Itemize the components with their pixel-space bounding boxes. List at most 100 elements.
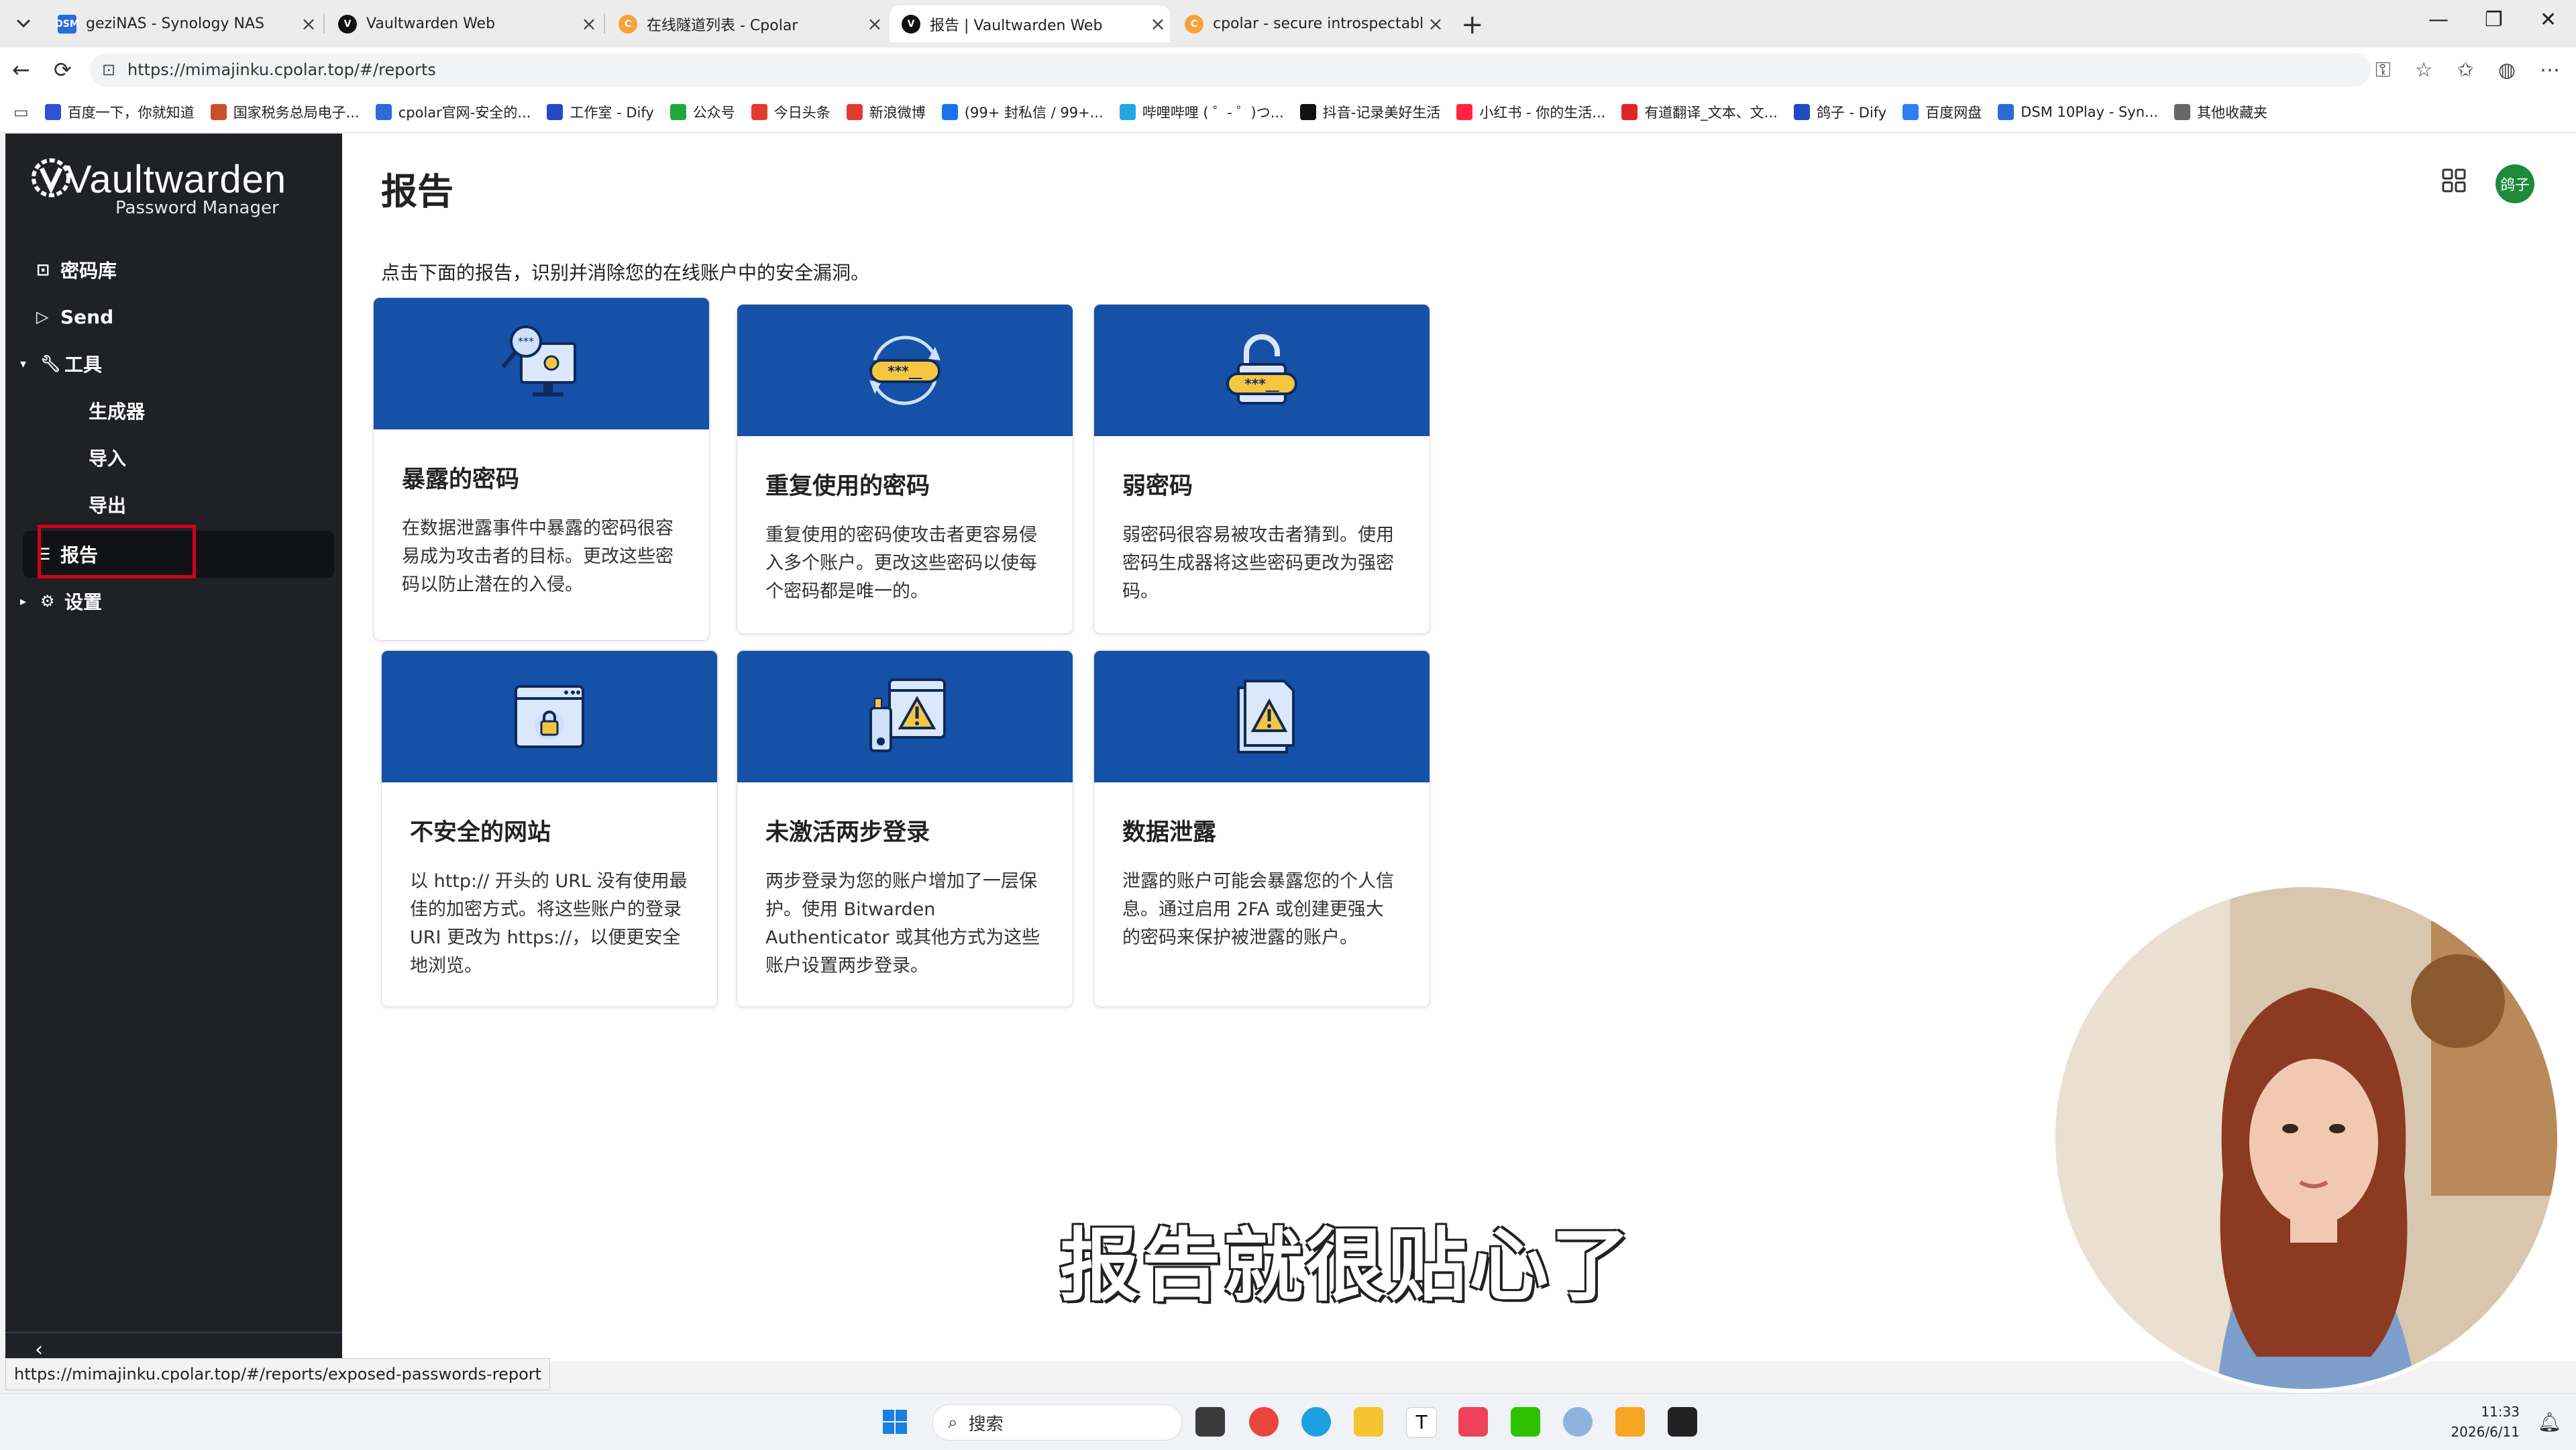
highlight-annotation-box [38, 525, 196, 578]
close-window-icon[interactable]: ✕ [2540, 8, 2557, 32]
close-tab-icon[interactable]: × [1146, 13, 1170, 35]
report-card-unsecured-websites[interactable]: 不安全的网站 以 http:// 开头的 URL 没有使用最佳的加密方式。将这些… [381, 650, 718, 1007]
remote-desktop-icon[interactable] [1615, 1407, 1645, 1437]
vaultwarden-logo[interactable]: Vaultwarden Password Manager [30, 156, 286, 218]
file-explorer-icon[interactable] [1354, 1407, 1383, 1437]
tab-cpolar-list[interactable]: C 在线隧道列表 - Cpolar × [606, 5, 887, 42]
restore-icon[interactable]: ❐ [2485, 8, 2503, 32]
bookmark-item[interactable]: 公众号 [669, 102, 735, 122]
terminal-icon[interactable] [1668, 1407, 1697, 1437]
favorites-icon[interactable]: ✩ [2457, 58, 2474, 82]
close-tab-icon[interactable]: × [863, 13, 887, 35]
close-tab-icon[interactable]: × [577, 13, 601, 35]
caret-down-icon: ▾ [20, 356, 27, 371]
key-icon[interactable]: ⚿ [2375, 58, 2391, 82]
bookmark-favicon-icon [941, 104, 958, 120]
bookmark-item[interactable]: 抖音-记录美好生活 [1299, 102, 1440, 122]
card-description: 重复使用的密码使攻击者更容易侵入多个账户。更改这些密码以使每个密码都是唯一的。 [765, 525, 1037, 602]
report-card-weak-passwords[interactable]: ***__ 弱密码 弱密码很容易被攻击者猜到。使用密码生成器将这些密码更改为强密… [1093, 304, 1430, 634]
reload-icon[interactable]: ⟳ [54, 57, 72, 83]
bookmark-favicon-icon [210, 104, 227, 120]
tab-synology[interactable]: DSM geziNAS - Synology NAS × [46, 5, 321, 42]
caret-right-icon: ▸ [20, 594, 27, 609]
bookmark-favicon-icon [846, 104, 863, 120]
reading-list-icon[interactable]: ▭ [13, 103, 29, 121]
chevron-down-icon [16, 19, 31, 28]
bookmark-item[interactable]: DSM 10Play - Syn... [1998, 104, 2158, 120]
report-card-data-breach[interactable]: 数据泄露 泄露的账户可能会暴露您的个人信息。通过启用 2FA 或创建更强大的密码… [1093, 650, 1430, 1007]
site-info-icon[interactable]: ⊡ [102, 60, 115, 79]
edge-icon[interactable] [1301, 1407, 1331, 1437]
minimize-icon[interactable]: — [2428, 8, 2449, 32]
close-tab-icon[interactable]: × [1424, 13, 1448, 35]
card-banner [737, 651, 1073, 782]
reused-password-cycle-icon: ***__ [869, 335, 941, 405]
card-description: 两步登录为您的账户增加了一层保护。使用 Bitwarden Authentica… [765, 871, 1040, 976]
address-bar[interactable]: ⊡ https://mimajinku.cpolar.top/#/reports [90, 53, 2371, 87]
bookmark-item[interactable]: 新浪微博 [846, 102, 926, 122]
search-icon: ⌕ [948, 1412, 958, 1433]
report-card-inactive-2fa[interactable]: 未激活两步登录 两步登录为您的账户增加了一层保护。使用 Bitwarden Au… [737, 650, 1073, 1007]
bookmark-item[interactable]: 有道翻译_文本、文... [1621, 102, 1778, 122]
nav-generator[interactable]: 生成器 [89, 390, 145, 431]
bookmark-item[interactable]: (99+ 封私信 / 99+... [941, 102, 1104, 122]
send-icon: ▷ [36, 307, 49, 326]
nav-settings[interactable]: ▸ ⚙ 设置 [20, 580, 102, 622]
music-icon[interactable] [1458, 1407, 1488, 1437]
avatar-app-icon[interactable] [1563, 1407, 1593, 1437]
tab-cpolar-secure[interactable]: C cpolar - secure introspectable tunn × [1173, 5, 1448, 42]
more-menu-icon[interactable]: ⋯ [2540, 58, 2560, 82]
url-text: https://mimajinku.cpolar.top/#/reports [127, 60, 436, 79]
star-icon[interactable]: ☆ [2415, 58, 2433, 82]
link-status-url: https://mimajinku.cpolar.top/#/reports/e… [5, 1358, 551, 1390]
back-arrow-icon[interactable]: ← [12, 57, 30, 83]
avatar[interactable]: 鸽子 [2496, 164, 2534, 203]
nav-import[interactable]: 导入 [89, 437, 126, 478]
new-tab-button[interactable]: + [1461, 9, 1484, 40]
page-title: 报告 [381, 170, 453, 213]
close-tab-icon[interactable]: × [297, 13, 321, 35]
report-card-reused-passwords[interactable]: ***__ 重复使用的密码 重复使用的密码使攻击者更容易侵入多个账户。更改这些密… [737, 304, 1073, 634]
bookmark-item[interactable]: 小红书 - 你的生活... [1456, 102, 1605, 122]
svg-text:***__: ***__ [1244, 376, 1279, 392]
report-card-exposed-passwords[interactable]: *** 暴露的密码 在数据泄露事件中暴露的密码很容易成为攻击者的目标。更改这些密… [373, 297, 710, 641]
windows-taskbar: ⌕ 搜索 T 11:33 2026/6/11 🔔︎ [0, 1393, 2576, 1450]
product-switcher-grid-icon[interactable] [2442, 168, 2466, 199]
card-description: 弱密码很容易被攻击者猜到。使用密码生成器将这些密码更改为强密码。 [1122, 525, 1394, 602]
nav-vault[interactable]: ⊡ 密码库 [36, 249, 117, 291]
tab-reports-active[interactable]: V 报告 | Vaultwarden Web × [890, 5, 1170, 42]
bookmark-favicon-icon [669, 104, 686, 120]
bookmark-item[interactable]: 鸽子 - Dify [1793, 102, 1886, 122]
bookmark-item[interactable]: 哔哩哔哩 ( ゜- ゜)つ... [1119, 102, 1284, 122]
bookmark-favicon-icon [1621, 104, 1638, 120]
tab-vaultwarden[interactable]: V Vaultwarden Web × [326, 5, 601, 42]
address-toolbar: ← ⟳ ⊡ https://mimajinku.cpolar.top/#/rep… [0, 48, 2576, 92]
profile-icon[interactable]: ◍ [2498, 58, 2516, 82]
bookmark-item[interactable]: 国家税务总局电子... [210, 102, 360, 122]
cpolar-icon: C [1185, 14, 1203, 34]
wechat-icon[interactable] [1511, 1407, 1540, 1437]
notification-bell-icon[interactable]: 🔔︎ [2537, 1411, 2561, 1433]
task-view-icon[interactable] [1195, 1407, 1225, 1437]
sidebar: Vaultwarden Password Manager ⊡ 密码库 ▷ Sen… [5, 134, 342, 1361]
bookmark-favicon-icon [751, 104, 767, 120]
bookmark-item[interactable]: 今日头条 [751, 102, 830, 122]
bookmark-favicon-icon [1119, 104, 1136, 120]
taskbar-search[interactable]: ⌕ 搜索 [932, 1404, 1182, 1441]
typora-icon[interactable]: T [1406, 1407, 1437, 1438]
bookmark-item[interactable]: 其他收藏夹 [2174, 102, 2267, 122]
chrome-icon[interactable] [1249, 1407, 1279, 1437]
bookmark-item[interactable]: 工作室 - Dify [547, 102, 654, 122]
windows-start-icon[interactable] [880, 1407, 910, 1437]
bookmark-favicon-icon [1299, 104, 1316, 120]
tab-search-button[interactable] [8, 8, 39, 39]
nav-send[interactable]: ▷ Send [36, 296, 113, 338]
weak-password-padlock-icon: ***__ [1226, 334, 1297, 405]
nav-export[interactable]: 导出 [89, 484, 126, 525]
dsm-icon: DSM [55, 14, 79, 34]
bookmark-item[interactable]: 百度一下，你就知道 [44, 102, 195, 122]
bookmark-item[interactable]: cpolar官网-安全的... [375, 102, 531, 122]
system-clock[interactable]: 11:33 2026/6/11 [2451, 1402, 2520, 1442]
nav-tools[interactable]: ▾ 🔧︎ 工具 [20, 343, 102, 384]
bookmark-item[interactable]: 百度网盘 [1902, 102, 1982, 122]
